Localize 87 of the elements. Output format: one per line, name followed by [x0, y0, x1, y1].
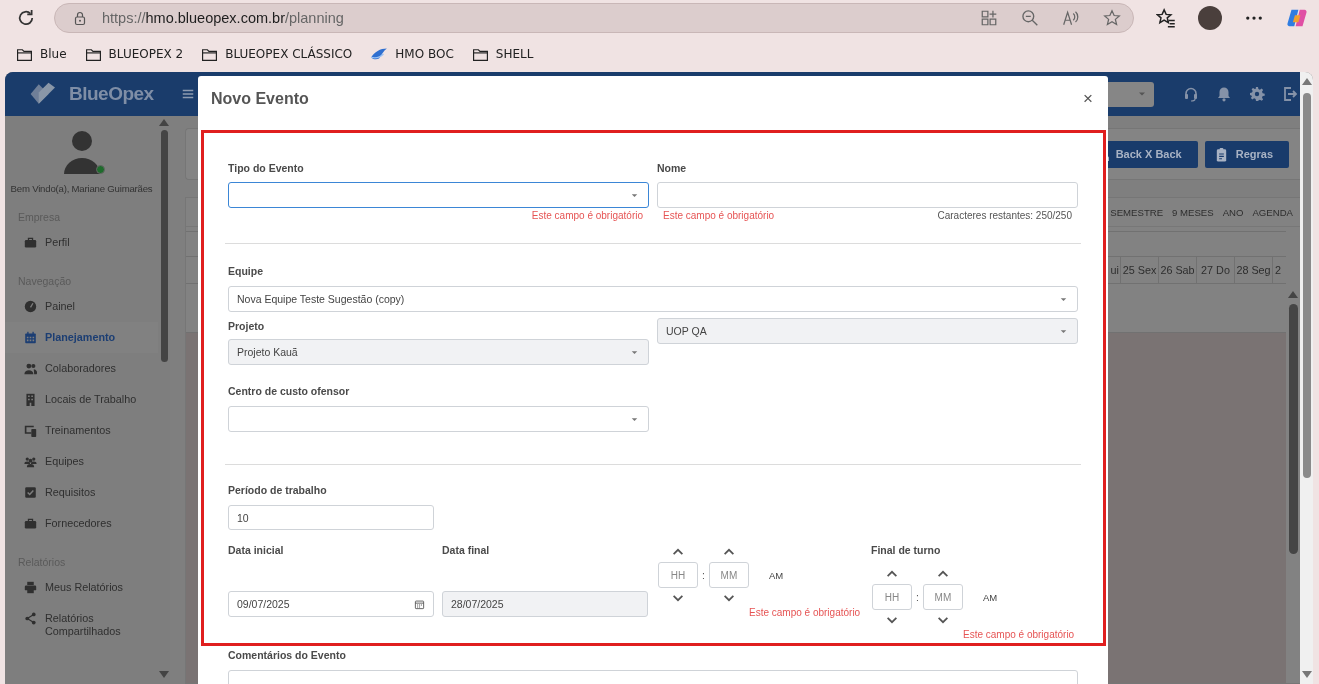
lock-icon	[72, 10, 88, 26]
minutes-field[interactable]: MM	[708, 562, 749, 588]
calendar-icon	[24, 331, 37, 344]
copilot-icon[interactable]	[1286, 7, 1308, 29]
view-tab[interactable]: ANO	[1222, 204, 1244, 220]
address-bar[interactable]: https://hmo.blueopex.com.br/planning	[54, 3, 1134, 33]
devices-icon	[24, 424, 37, 437]
app-logo[interactable]: BlueOpex	[69, 83, 154, 105]
time-separator: :	[702, 569, 705, 581]
day-header: 26 Sab	[1158, 257, 1196, 283]
nav-item[interactable]: Locais de Trabalho	[5, 384, 158, 415]
error-message: Este campo é obrigatório	[663, 209, 775, 223]
field-label: Final de turno	[871, 543, 942, 558]
nav-item[interactable]: Colaboradores	[5, 353, 158, 384]
date-field[interactable]: 09/07/2025	[228, 591, 434, 617]
bookmark[interactable]: Blue	[16, 45, 67, 63]
nav-item[interactable]: Relatórios Compartilhados	[5, 603, 158, 647]
favorites-icon[interactable]	[1156, 8, 1176, 28]
welcome-text: Bem Vindo(a), Mariane Guimarães	[10, 183, 153, 194]
time-separator: :	[916, 591, 919, 603]
read-aloud-icon[interactable]	[1062, 9, 1080, 27]
nav-item[interactable]: Requisitos	[5, 477, 158, 508]
minutes-field[interactable]: MM	[922, 584, 963, 610]
nav-item[interactable]: Perfil	[5, 227, 158, 258]
nav-item[interactable]: Equipes	[5, 446, 158, 477]
field-label: Período de trabalho	[228, 483, 328, 498]
bookmark[interactable]: HMO BOC	[370, 45, 454, 63]
select-field[interactable]: Nova Equipe Teste Sugestão (copy)	[228, 286, 1078, 312]
headset-icon[interactable]	[1183, 86, 1199, 102]
nav-item[interactable]: Meus Relatórios	[5, 572, 158, 603]
day-header: ui	[1109, 263, 1120, 278]
character-counter: Caracteres restantes: 250/250	[937, 209, 1072, 223]
field-label: Tipo do Evento	[228, 161, 305, 176]
field-label: Nome	[657, 161, 688, 176]
view-tab[interactable]: AGENDA	[1252, 204, 1293, 220]
page-scrollbar[interactable]	[1300, 72, 1313, 684]
reload-icon[interactable]	[16, 8, 36, 28]
field-label: Data final	[442, 543, 491, 558]
checkbox-icon	[24, 486, 37, 499]
menu-icon[interactable]	[181, 87, 195, 101]
printer-icon	[24, 581, 37, 594]
share-icon	[24, 612, 37, 625]
field-label: Data inicial	[228, 543, 285, 558]
name-field[interactable]	[657, 182, 1078, 208]
notification-icon[interactable]	[1216, 86, 1232, 102]
briefcase-icon	[24, 236, 37, 249]
bookmark[interactable]: SHELL	[471, 45, 534, 63]
view-tab[interactable]: SEMESTRE	[1110, 204, 1164, 220]
close-button[interactable]: ×	[1080, 91, 1096, 107]
day-header: 25 Sex	[1120, 257, 1158, 283]
briefcase-icon	[24, 517, 37, 530]
bookmark[interactable]: BLUEOPEX CLÁSSICO	[201, 45, 353, 63]
star-icon[interactable]	[1103, 9, 1121, 27]
meridiem-toggle[interactable]: AM	[768, 569, 784, 581]
number-field[interactable]: 10	[228, 505, 434, 530]
error-message: Este campo é obrigatório	[530, 209, 644, 223]
url-text: https://hmo.blueopex.com.br/planning	[102, 10, 345, 26]
zoom-out-icon[interactable]	[1021, 9, 1039, 27]
hours-field[interactable]: HH	[872, 584, 912, 610]
calendar-icon[interactable]	[414, 598, 425, 610]
group-icon	[24, 455, 37, 468]
nav-item[interactable]: Fornecedores	[5, 508, 158, 539]
day-header: 28 Seg	[1234, 257, 1272, 283]
hours-field[interactable]: HH	[658, 562, 698, 588]
settings-icon[interactable]	[1249, 86, 1265, 102]
add-app-icon[interactable]	[980, 9, 998, 27]
nav-item[interactable]: Treinamentos	[5, 415, 158, 446]
day-header: 27 Do	[1196, 257, 1234, 283]
toolbar-button[interactable]: Regras	[1204, 140, 1289, 168]
field-label: Projeto	[228, 319, 266, 334]
meridiem-toggle[interactable]: AM	[982, 591, 998, 603]
users-icon	[24, 362, 37, 375]
building-icon	[24, 393, 37, 406]
field-label: Equipe	[228, 264, 264, 279]
modal-title: Novo Evento	[211, 90, 309, 108]
gauge-icon	[24, 300, 37, 313]
select-field[interactable]	[228, 182, 649, 208]
error-message: Este campo é obrigatório	[749, 606, 861, 620]
logout-icon[interactable]	[1282, 86, 1298, 102]
day-header: 2	[1272, 257, 1286, 283]
view-tab[interactable]: 9 MESES	[1172, 204, 1214, 220]
error-message: Este campo é obrigatório	[963, 628, 1075, 642]
profile-avatar[interactable]	[1198, 6, 1222, 30]
field-label: Comentários do Evento	[228, 648, 347, 663]
nav-item[interactable]: Painel	[5, 291, 158, 322]
field-label: Centro de custo ofensor	[228, 384, 351, 399]
bookmark[interactable]: BLUEOPEX 2	[84, 45, 184, 63]
